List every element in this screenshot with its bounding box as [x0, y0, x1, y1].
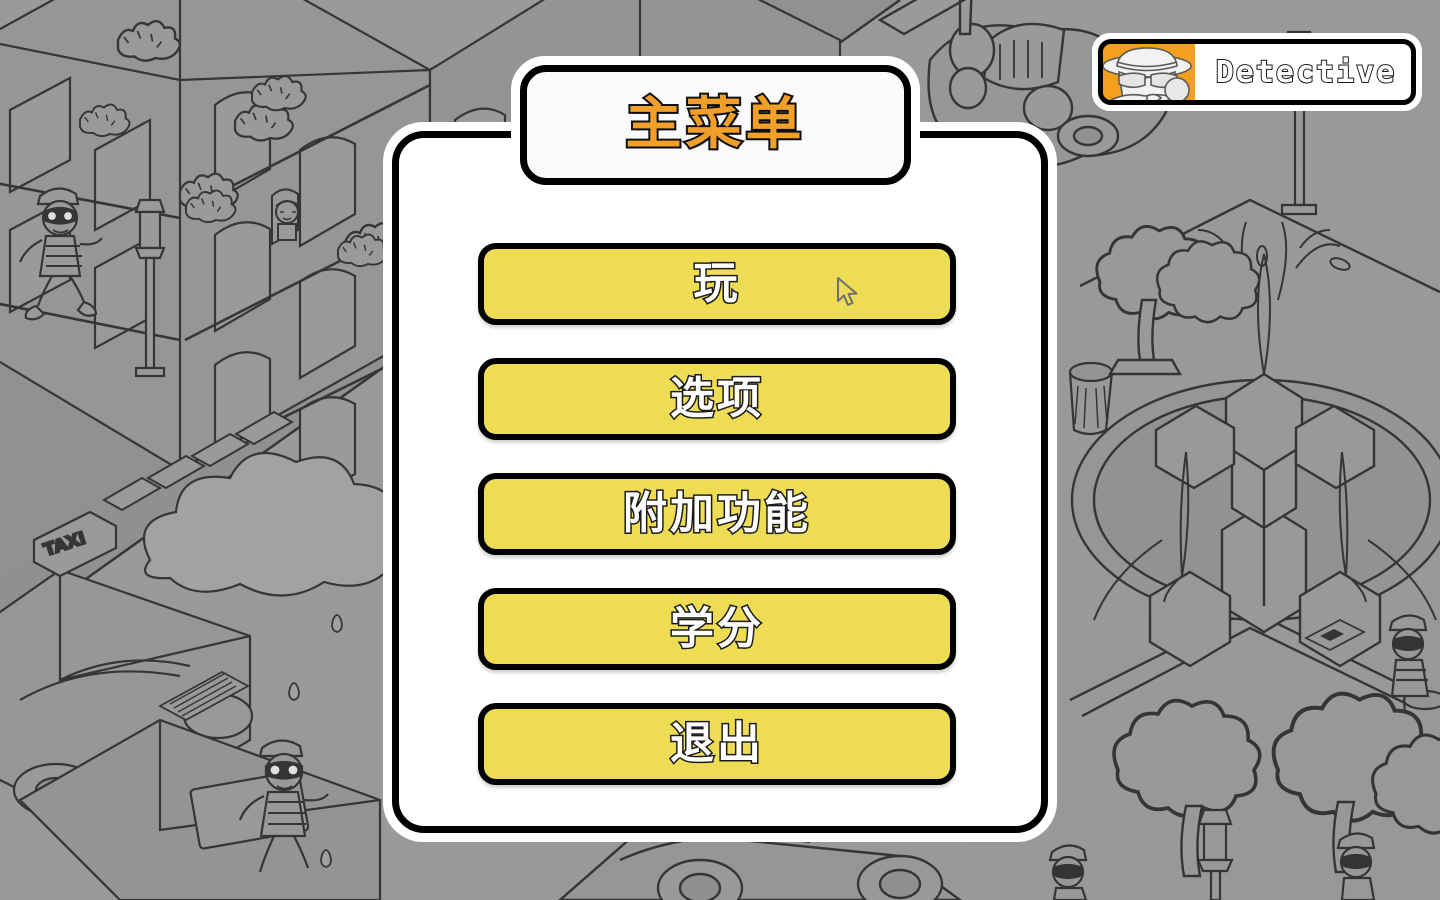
- main-menu-button-list: 玩 选项 附加功能 学分 退出: [478, 243, 956, 785]
- profile-badge[interactable]: Detective: [1092, 33, 1422, 111]
- profile-badge-body: Detective: [1098, 39, 1416, 105]
- menu-button-quit[interactable]: 退出: [478, 703, 956, 785]
- menu-button-play[interactable]: 玩: [478, 243, 956, 325]
- menu-button-credits[interactable]: 学分: [478, 588, 956, 670]
- detective-avatar-icon: [1103, 44, 1195, 100]
- menu-button-credits-label: 学分: [669, 603, 764, 654]
- main-menu-title-plate-body: 主菜单: [520, 65, 911, 185]
- profile-name: Detective: [1215, 54, 1397, 91]
- menu-button-options-label: 选项: [669, 373, 764, 424]
- page-title: 主菜单: [624, 92, 806, 157]
- main-menu-title-plate: 主菜单: [511, 56, 920, 194]
- game-screen: TAXI 主菜单 玩 选项 附加功能 学分 退出 Detective: [0, 0, 1440, 900]
- menu-button-options[interactable]: 选项: [478, 358, 956, 440]
- menu-button-quit-label: 退出: [669, 718, 764, 769]
- profile-name-container: Detective: [1195, 44, 1411, 100]
- menu-button-extras-label: 附加功能: [622, 488, 811, 539]
- menu-button-extras[interactable]: 附加功能: [478, 473, 956, 555]
- menu-button-play-label: 玩: [692, 258, 741, 309]
